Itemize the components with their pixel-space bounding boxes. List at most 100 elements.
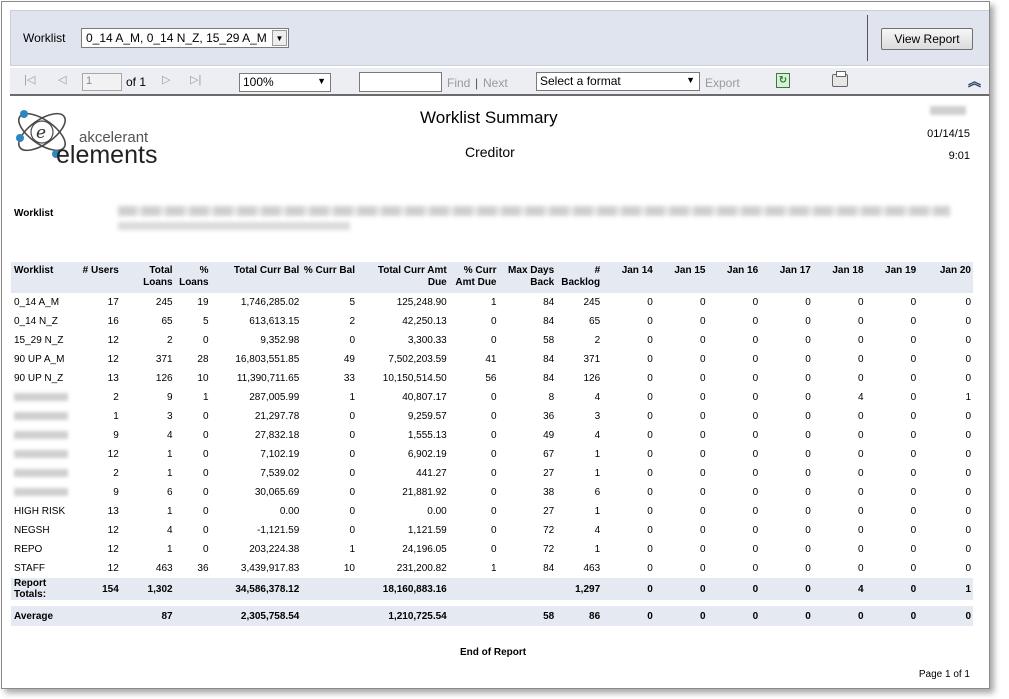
- table-cell: 1: [594, 449, 601, 460]
- table-cell: 4: [594, 525, 601, 536]
- table-cell: 0: [857, 449, 864, 460]
- find-link[interactable]: Find: [447, 76, 470, 90]
- table-cell: 65: [161, 316, 173, 327]
- table-cell: 0: [965, 544, 971, 555]
- table-cell: 86: [556, 606, 603, 626]
- redacted-worklist-name: [14, 393, 68, 402]
- collapse-icon[interactable]: ︽: [968, 71, 981, 90]
- first-page-icon[interactable]: |◁: [24, 73, 35, 86]
- table-cell: 58: [543, 335, 555, 346]
- table-cell: 0: [805, 525, 811, 536]
- table-cell: [498, 578, 557, 600]
- col-header-pct-curr-amt-due: % Curr Amt Due: [448, 262, 499, 293]
- table-cell: 0: [910, 544, 917, 555]
- table-cell: 1: [594, 544, 601, 555]
- table-cell: 84: [543, 354, 555, 365]
- table-cell: 1: [490, 297, 497, 308]
- worklist-multiselect[interactable]: 0_14 A_M, 0_14 N_Z, 15_29 A_M ▼: [81, 28, 289, 48]
- row-label-cell: [11, 388, 77, 407]
- table-cell: 287,005.99: [249, 392, 300, 403]
- prev-page-icon[interactable]: ◁: [58, 73, 66, 86]
- table-cell: 0: [752, 354, 759, 365]
- chevron-down-icon: ▼: [686, 75, 695, 85]
- divider: [867, 15, 868, 61]
- table-cell: 84: [543, 563, 555, 574]
- table-cell: 231,200.82: [396, 563, 447, 574]
- table-cell: 0: [349, 335, 355, 346]
- table-row: 90 UP N_Z 13 126 10 11,390,711.65 33 10,150,51…: [11, 369, 973, 388]
- table-cell: 0: [965, 487, 971, 498]
- table-cell: 0: [647, 411, 653, 422]
- page-number-input[interactable]: 1: [82, 73, 122, 91]
- table-cell: 0: [490, 506, 497, 517]
- table-cell: 9,259.57: [407, 411, 447, 422]
- table-cell: 0: [699, 335, 706, 346]
- table-cell: 24,196.05: [402, 544, 447, 555]
- table-cell: 0: [965, 411, 971, 422]
- table-cell: 0: [965, 468, 971, 479]
- table-cell: 7,102.19: [260, 449, 300, 460]
- table-cell: 154: [76, 578, 121, 600]
- table-cell: 56: [485, 373, 497, 384]
- table-cell: 0: [752, 544, 759, 555]
- table-cell: 0: [699, 525, 706, 536]
- chevron-down-icon[interactable]: ▼: [272, 30, 287, 46]
- worklist-param-label: Worklist: [23, 31, 66, 45]
- table-header-row: Worklist # Users Total Loans % Loans Total…: [11, 262, 973, 293]
- table-cell: 84: [543, 316, 555, 327]
- table-cell: 0: [202, 525, 209, 536]
- table-row: 90 UP A_M 12 371 28 16,803,551.85 49 7,502,203…: [11, 350, 973, 369]
- table-cell: 371: [155, 354, 173, 365]
- table-cell: 49: [343, 354, 355, 365]
- table-row: HIGH RISK 13 1 0 0.00 0 0.00 0 27 1 0 0 0 0 0 0 0: [11, 502, 973, 521]
- row-label-cell: [11, 445, 77, 464]
- table-cell: 2,305,758.54: [210, 606, 302, 626]
- table-cell: 7,539.02: [260, 468, 300, 479]
- table-cell: 0: [349, 487, 355, 498]
- redacted-worklist-values: [118, 222, 350, 230]
- table-cell: 1: [202, 392, 209, 403]
- view-report-button[interactable]: View Report: [881, 28, 973, 50]
- table-cell: 0: [857, 354, 864, 365]
- export-link[interactable]: Export: [705, 76, 740, 90]
- table-cell: 0: [965, 525, 971, 536]
- table-cell: 0: [752, 525, 759, 536]
- table-cell: 0: [490, 525, 497, 536]
- table-cell: 0: [805, 373, 811, 384]
- table-cell: 9: [113, 487, 119, 498]
- table-cell: 0: [965, 430, 971, 441]
- last-page-icon[interactable]: ▷|: [190, 73, 201, 86]
- table-cell: 0: [490, 468, 497, 479]
- next-page-icon[interactable]: ▷: [162, 73, 170, 86]
- table-cell: 0: [490, 487, 497, 498]
- table-cell: 0: [910, 297, 917, 308]
- table-cell: 0: [752, 487, 759, 498]
- zoom-select[interactable]: 100% ▼: [239, 73, 331, 92]
- table-row: 0_14 N_Z 16 65 5 613,613.15 2 42,250.13 0 84 65 0 0…: [11, 312, 973, 331]
- table-cell: 371: [583, 354, 601, 365]
- table-cell: 0: [699, 449, 706, 460]
- table-cell: 2: [113, 468, 119, 479]
- table-cell: 12: [107, 449, 119, 460]
- table-cell: 0: [752, 373, 759, 384]
- find-next-link[interactable]: Next: [483, 76, 508, 90]
- table-cell: 9: [167, 392, 173, 403]
- table-cell: 0: [805, 430, 811, 441]
- table-cell: 28: [197, 354, 209, 365]
- refresh-icon[interactable]: ↻: [776, 73, 790, 88]
- table-row: 9 6 0 30,065.69 0 21,881.92 0 38 6 0 0 0 0 0 0 0: [11, 483, 973, 502]
- table-cell: 0: [965, 335, 971, 346]
- table-cell: 126: [155, 373, 173, 384]
- table-cell: [301, 578, 357, 600]
- find-input[interactable]: [359, 72, 442, 92]
- table-cell: 1: [918, 578, 973, 600]
- table-cell: 12: [107, 354, 119, 365]
- table-cell: 0: [349, 411, 355, 422]
- report-time: 9:01: [948, 150, 970, 162]
- find-separator: |: [475, 76, 479, 90]
- export-format-select[interactable]: Select a format ▼: [536, 72, 700, 91]
- print-icon[interactable]: [832, 71, 848, 87]
- redacted-worklist-name: [14, 450, 68, 459]
- table-cell: 1,746,285.02: [240, 297, 300, 308]
- akcelerant-logo: e akcelerant elements: [16, 110, 157, 168]
